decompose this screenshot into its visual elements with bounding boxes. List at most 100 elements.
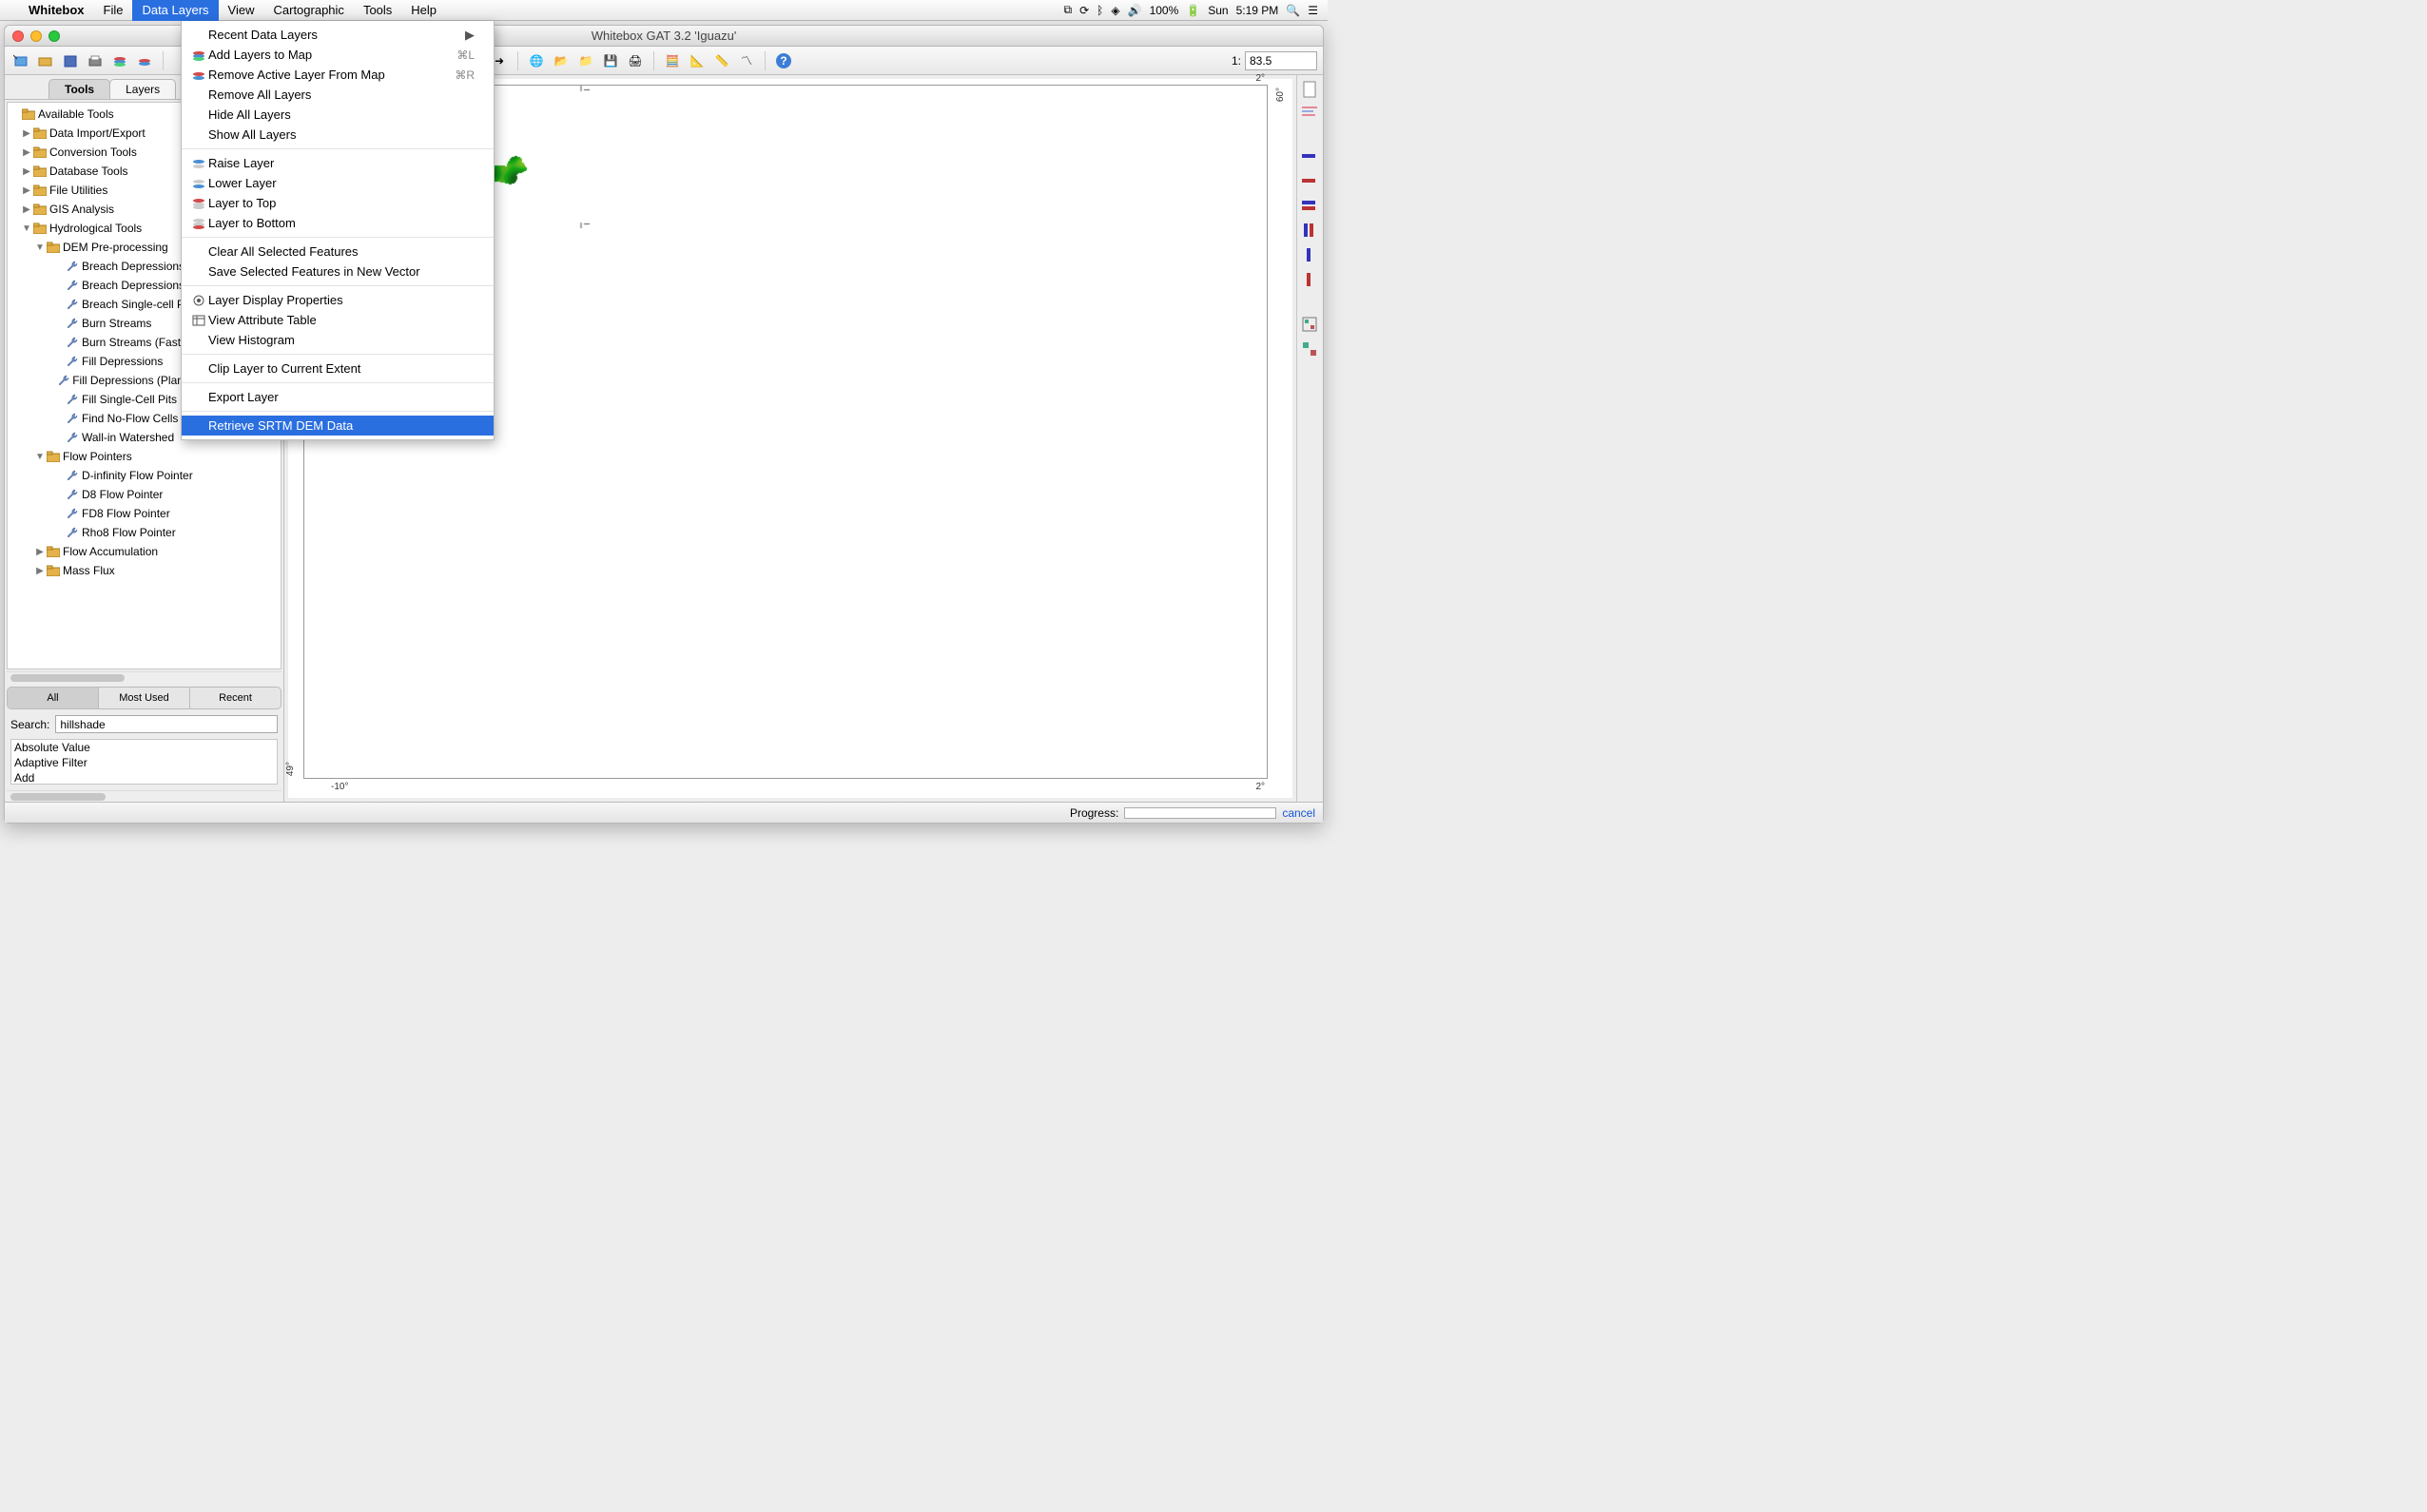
tree-tool[interactable]: D8 Flow Pointer xyxy=(8,485,281,504)
spotlight-icon[interactable]: 🔍 xyxy=(1286,4,1300,17)
app-name[interactable]: Whitebox xyxy=(19,3,94,17)
save-icon[interactable] xyxy=(60,50,81,71)
help-icon[interactable]: ? xyxy=(773,50,794,71)
menu-item[interactable]: Clip Layer to Current Extent xyxy=(182,359,494,378)
layer-stack-icon[interactable] xyxy=(109,50,130,71)
wifi-icon[interactable]: ◈ xyxy=(1111,4,1119,17)
rail-tool-5[interactable] xyxy=(1302,248,1319,265)
scale-input[interactable] xyxy=(1245,51,1317,70)
ruler-icon[interactable]: 📏 xyxy=(711,50,732,71)
menu-item[interactable]: Show All Layers xyxy=(182,125,494,145)
progress-bar xyxy=(1124,807,1276,819)
axis-lat-left-bottom: 49° xyxy=(285,762,296,776)
filter-all[interactable]: All xyxy=(8,688,99,708)
layer-remove-icon[interactable] xyxy=(134,50,155,71)
tree-tool[interactable]: Rho8 Flow Pointer xyxy=(8,523,281,542)
menu-data-layers[interactable]: Data Layers xyxy=(132,0,218,21)
menu-item[interactable]: Layer to Bottom xyxy=(182,213,494,233)
tree-folder[interactable]: ▶Flow Accumulation xyxy=(8,542,281,561)
layers-remove-icon xyxy=(189,69,208,81)
calculator-icon[interactable]: 🧮 xyxy=(662,50,683,71)
rail-ungroup-icon[interactable] xyxy=(1302,341,1319,359)
filter-most-used[interactable]: Most Used xyxy=(99,688,190,708)
cancel-link[interactable]: cancel xyxy=(1282,806,1315,820)
disk-save-icon[interactable]: 💾 xyxy=(600,50,621,71)
menu-item[interactable]: Hide All Layers xyxy=(182,105,494,125)
menu-item-label: Retrieve SRTM DEM Data xyxy=(208,418,475,433)
menu-item[interactable]: Remove Active Layer From Map⌘R xyxy=(182,65,494,85)
tab-tools[interactable]: Tools xyxy=(49,79,110,99)
menu-item[interactable]: View Attribute Table xyxy=(182,310,494,330)
layer-top-icon xyxy=(189,198,208,209)
axis-lon-bottom-right: 2° xyxy=(1255,782,1265,792)
search-results[interactable]: Absolute Value Adaptive Filter Add xyxy=(10,739,278,785)
menu-item[interactable]: Layer to Top xyxy=(182,193,494,213)
result-item[interactable]: Adaptive Filter xyxy=(11,755,277,770)
align-icon[interactable] xyxy=(1302,106,1319,123)
horizontal-scrollbar[interactable] xyxy=(7,790,282,802)
menu-item-label: Save Selected Features in New Vector xyxy=(208,264,475,279)
timemachine-icon[interactable]: ⟳ xyxy=(1079,4,1089,17)
rail-tool-3[interactable] xyxy=(1302,199,1319,216)
menu-file[interactable]: File xyxy=(94,0,133,21)
bluetooth-icon[interactable]: ᛒ xyxy=(1097,4,1103,17)
volume-icon[interactable]: 🔊 xyxy=(1128,4,1142,17)
zoom-icon[interactable] xyxy=(49,30,60,42)
menu-item[interactable]: Remove All Layers xyxy=(182,85,494,105)
result-item[interactable]: Add xyxy=(11,770,277,785)
toolbar-separator xyxy=(653,51,654,70)
open-icon[interactable] xyxy=(35,50,56,71)
menu-item-label: Layer to Top xyxy=(208,196,475,210)
menu-item[interactable]: View Histogram xyxy=(182,330,494,350)
menu-item-label: Export Layer xyxy=(208,390,475,404)
menu-item[interactable]: Clear All Selected Features xyxy=(182,242,494,262)
open-folder-icon[interactable]: 📂 xyxy=(551,50,572,71)
axis-lat-right-top: 60° xyxy=(1275,87,1286,102)
rail-tool-6[interactable] xyxy=(1302,273,1319,290)
rail-tool-4[interactable] xyxy=(1302,223,1319,241)
menu-item[interactable]: Add Layers to Map⌘L xyxy=(182,45,494,65)
new-map-icon[interactable] xyxy=(10,50,31,71)
clock-day: Sun xyxy=(1208,4,1228,17)
menu-item-label: Remove All Layers xyxy=(208,87,475,102)
menu-cartographic[interactable]: Cartographic xyxy=(264,0,354,21)
airplay-icon[interactable]: ⧉ xyxy=(1064,3,1073,17)
rail-group-icon[interactable] xyxy=(1302,317,1319,334)
tab-layers[interactable]: Layers xyxy=(109,79,176,99)
notifications-icon[interactable]: ☰ xyxy=(1308,4,1318,17)
menu-item[interactable]: Recent Data Layers▶ xyxy=(182,25,494,45)
tree-tool[interactable]: FD8 Flow Pointer xyxy=(8,504,281,523)
menu-item[interactable]: Layer Display Properties xyxy=(182,290,494,310)
menu-help[interactable]: Help xyxy=(401,0,446,21)
tree-tool[interactable]: D-infinity Flow Pointer xyxy=(8,466,281,485)
print-icon[interactable] xyxy=(85,50,106,71)
result-item[interactable]: Absolute Value xyxy=(11,740,277,755)
new-page-icon[interactable] xyxy=(1302,81,1319,98)
profile-icon[interactable]: 〽 xyxy=(736,50,757,71)
folder-icon[interactable]: 📁 xyxy=(575,50,596,71)
menu-view[interactable]: View xyxy=(219,0,264,21)
printer-icon[interactable]: 🖨 xyxy=(625,50,646,71)
search-input[interactable] xyxy=(55,715,278,733)
close-icon[interactable] xyxy=(12,30,24,42)
menu-tools[interactable]: Tools xyxy=(354,0,401,21)
menu-item[interactable]: Raise Layer xyxy=(182,153,494,173)
menu-item[interactable]: Lower Layer xyxy=(182,173,494,193)
submenu-arrow-icon: ▶ xyxy=(465,28,475,43)
horizontal-scrollbar[interactable] xyxy=(7,671,282,683)
minimize-icon[interactable] xyxy=(30,30,42,42)
menu-item-label: Hide All Layers xyxy=(208,107,475,122)
filter-recent[interactable]: Recent xyxy=(190,688,281,708)
tree-folder[interactable]: ▼Flow Pointers xyxy=(8,447,281,466)
measure-icon[interactable]: 📐 xyxy=(687,50,708,71)
svg-text:?: ? xyxy=(780,54,786,68)
tree-folder[interactable]: ▶Mass Flux xyxy=(8,561,281,580)
menu-item-label: Remove Active Layer From Map xyxy=(208,68,455,82)
battery-icon[interactable]: 🔋 xyxy=(1186,4,1200,17)
rail-tool-2[interactable] xyxy=(1302,174,1319,191)
globe-icon[interactable]: 🌐 xyxy=(526,50,547,71)
menu-item[interactable]: Retrieve SRTM DEM Data xyxy=(182,416,494,436)
menu-item[interactable]: Save Selected Features in New Vector xyxy=(182,262,494,281)
menu-item[interactable]: Export Layer xyxy=(182,387,494,407)
rail-tool-1[interactable] xyxy=(1302,149,1319,166)
